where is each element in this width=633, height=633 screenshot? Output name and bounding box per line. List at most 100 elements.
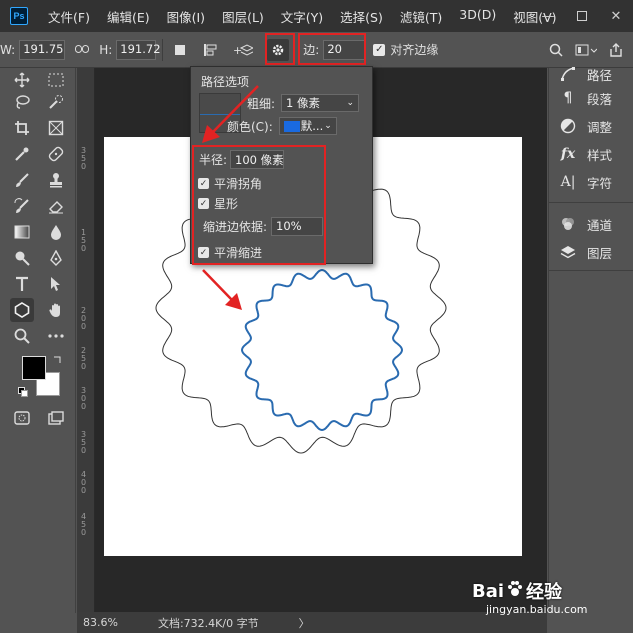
quick-select-tool-icon[interactable] xyxy=(44,90,68,114)
panel-paths-label: 路径 xyxy=(587,67,613,83)
menu-type[interactable]: 文字(Y) xyxy=(281,7,323,26)
width-label: W: xyxy=(0,42,16,57)
maximize-icon[interactable] xyxy=(565,0,599,32)
smooth-indents-label: 平滑缩进 xyxy=(214,246,263,260)
marquee-tool-icon[interactable] xyxy=(44,68,68,92)
minimize-icon[interactable]: — xyxy=(531,0,565,32)
gear-icon[interactable] xyxy=(267,38,290,61)
smooth-corners-row[interactable]: ✓ 平滑拐角 xyxy=(198,175,262,192)
menu-items: 文件(F) 编辑(E) 图像(I) 图层(L) 文字(Y) 选择(S) 滤镜(T… xyxy=(48,7,574,26)
clone-stamp-tool-icon[interactable] xyxy=(44,168,68,192)
healing-brush-tool-icon[interactable] xyxy=(44,142,68,166)
frame-tool-icon[interactable] xyxy=(44,116,68,140)
menu-bar: Ps 文件(F) 编辑(E) 图像(I) 图层(L) 文字(Y) 选择(S) 滤… xyxy=(0,0,633,32)
menu-select[interactable]: 选择(S) xyxy=(340,7,383,26)
menu-file[interactable]: 文件(F) xyxy=(48,7,90,26)
panel-layers-label: 图层 xyxy=(587,245,613,261)
popup-title: 路径选项 xyxy=(201,75,250,89)
smooth-indents-row[interactable]: ✓ 平滑缩进 xyxy=(198,244,262,261)
share-icon[interactable] xyxy=(609,42,623,57)
pen-tool-icon[interactable] xyxy=(44,246,68,270)
path-arrange-icon[interactable]: + xyxy=(233,42,254,58)
panel-adjustments-label: 调整 xyxy=(587,119,613,135)
brush-tool-icon[interactable] xyxy=(10,168,34,192)
path-align-icon[interactable] xyxy=(203,42,219,58)
menu-3d[interactable]: 3D(D) xyxy=(459,7,496,26)
default-colors-icon[interactable] xyxy=(18,386,28,400)
ruler-tick: 0 xyxy=(81,322,87,331)
sides-label: 边: xyxy=(303,43,320,57)
panel-paragraph[interactable]: ¶ 段落 xyxy=(559,86,612,110)
smooth-corners-checkbox[interactable]: ✓ xyxy=(198,178,209,189)
type-tool-icon[interactable] xyxy=(10,272,34,296)
eyedropper-tool-icon[interactable] xyxy=(10,142,34,166)
tools-panel xyxy=(0,68,76,613)
panel-character[interactable]: A| 字符 xyxy=(559,170,612,194)
color-row: 颜色(C): 默... ⌄ xyxy=(227,117,337,135)
zoom-level[interactable]: 83.6% xyxy=(83,616,118,629)
document-info: 文档:732.4K/0 字节 xyxy=(157,616,259,630)
ruler-tick: 0 xyxy=(81,446,87,455)
quick-mask-icon[interactable] xyxy=(10,406,34,430)
history-brush-tool-icon[interactable] xyxy=(10,194,34,218)
close-icon[interactable]: ✕ xyxy=(599,0,633,32)
hand-tool-icon[interactable] xyxy=(44,298,68,322)
more-tools-icon[interactable] xyxy=(44,324,68,348)
eraser-tool-icon[interactable] xyxy=(44,194,68,218)
move-tool-icon[interactable] xyxy=(10,68,34,92)
status-bar: 83.6% 文档:732.4K/0 字节 〉 xyxy=(77,612,547,633)
align-edges-checkbox[interactable]: ✓ xyxy=(373,43,386,56)
polygon-tool-icon[interactable] xyxy=(10,298,34,322)
search-icon[interactable] xyxy=(549,43,563,57)
menu-filter[interactable]: 滤镜(T) xyxy=(400,7,442,26)
color-swatch xyxy=(283,120,300,132)
menu-layer[interactable]: 图层(L) xyxy=(222,7,264,26)
lasso-tool-icon[interactable] xyxy=(10,90,34,114)
path-select-tool-icon[interactable] xyxy=(44,272,68,296)
link-icon[interactable] xyxy=(75,43,90,57)
smooth-indents-checkbox[interactable]: ✓ xyxy=(198,247,209,258)
vertical-ruler: 3 5 0 1 5 0 2 0 0 2 5 0 3 0 0 3 5 0 4 0 … xyxy=(77,68,95,612)
blur-tool-icon[interactable] xyxy=(44,220,68,244)
star-checkbox[interactable]: ✓ xyxy=(198,198,209,209)
gradient-tool-icon[interactable] xyxy=(10,220,34,244)
workspace-icon[interactable] xyxy=(575,43,597,57)
weight-select[interactable]: 1 像素 ⌄ xyxy=(281,94,360,112)
status-arrow-icon[interactable]: 〉 xyxy=(299,615,310,631)
panel-styles-label: 样式 xyxy=(587,147,613,163)
radius-field[interactable]: 100 像素 xyxy=(230,150,285,169)
paragraph-icon: ¶ xyxy=(563,90,573,106)
height-field[interactable]: 191.72 xyxy=(116,39,161,60)
panel-paths[interactable]: 路径 xyxy=(559,62,612,86)
panel-channels-label: 通道 xyxy=(587,217,613,233)
chevron-down-icon: ⌄ xyxy=(324,121,332,131)
chevron-down-icon: ⌄ xyxy=(346,98,355,108)
panel-adjustments[interactable]: 调整 xyxy=(559,114,612,138)
sides-field[interactable]: 20 xyxy=(323,39,366,60)
color-select[interactable]: 默... ⌄ xyxy=(278,117,337,135)
crop-tool-icon[interactable] xyxy=(10,116,34,140)
star-row[interactable]: ✓ 星形 xyxy=(198,195,238,212)
menu-edit[interactable]: 编辑(E) xyxy=(107,7,150,26)
screen-mode-icon[interactable] xyxy=(44,406,68,430)
panel-styles[interactable]: fx 样式 xyxy=(559,142,612,166)
weight-value: 1 像素 xyxy=(286,96,321,110)
ruler-tick: 0 xyxy=(81,486,87,495)
ps-logo[interactable]: Ps xyxy=(10,7,28,25)
panel-channels[interactable]: 通道 xyxy=(559,212,612,236)
dodge-tool-icon[interactable] xyxy=(10,246,34,270)
paths-icon xyxy=(559,65,577,83)
width-field[interactable]: 191.75 xyxy=(19,39,66,60)
weight-label: 粗细: xyxy=(247,96,276,111)
foreground-color-swatch[interactable] xyxy=(22,356,46,380)
indent-field[interactable]: 10% xyxy=(271,217,324,236)
panel-layers[interactable]: 图层 xyxy=(559,240,612,264)
radius-label: 半径: xyxy=(199,153,228,167)
watermark-url: jingyan.baidu.com xyxy=(486,603,588,616)
menu-image[interactable]: 图像(I) xyxy=(167,7,205,26)
ruler-tick: 0 xyxy=(81,528,87,537)
zoom-tool-icon[interactable] xyxy=(10,324,34,348)
path-ops-icon[interactable] xyxy=(173,43,187,57)
color-value: 默... xyxy=(300,119,324,133)
swap-colors-icon[interactable] xyxy=(52,354,62,368)
